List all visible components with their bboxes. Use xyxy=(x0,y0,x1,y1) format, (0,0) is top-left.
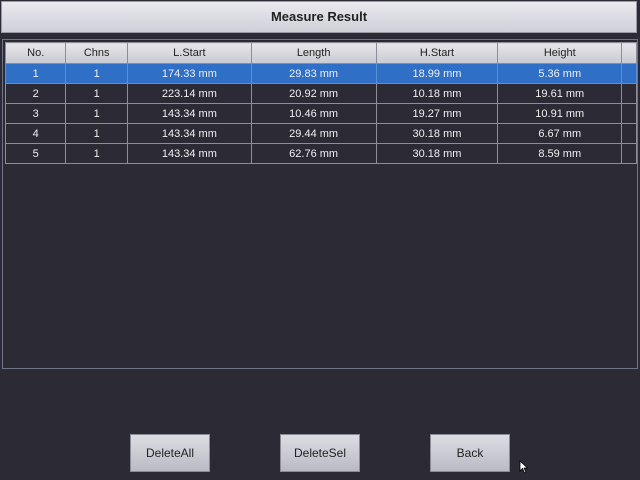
column-header-l-start[interactable]: L.Start xyxy=(126,42,252,64)
delete-all-button[interactable]: DeleteAll xyxy=(130,434,210,472)
cell-no: 2 xyxy=(4,83,67,104)
table-row[interactable]: 2 1 223.14 mm 20.92 mm 10.18 mm 19.61 mm xyxy=(4,83,637,104)
results-table: No. Chns L.Start Length H.Start Height 1… xyxy=(4,42,637,164)
cell-h-start: 18.99 mm xyxy=(375,63,499,84)
cell-height: 10.91 mm xyxy=(497,103,623,124)
cell-length: 10.46 mm xyxy=(250,103,377,124)
cell-l-start: 174.33 mm xyxy=(126,63,252,84)
window-title: Measure Result xyxy=(1,1,637,33)
cell-h-start: 19.27 mm xyxy=(375,103,499,124)
delete-selected-button[interactable]: DeleteSel xyxy=(280,434,360,472)
cell-height: 6.67 mm xyxy=(497,123,623,144)
cell-chns: 1 xyxy=(65,123,128,144)
cell-length: 62.76 mm xyxy=(250,143,377,164)
cell-l-start: 223.14 mm xyxy=(126,83,252,104)
cell-l-start: 143.34 mm xyxy=(126,123,252,144)
cell-no: 3 xyxy=(4,103,67,124)
cell-filler xyxy=(621,123,637,144)
cell-filler xyxy=(621,143,637,164)
cell-chns: 1 xyxy=(65,143,128,164)
cell-height: 8.59 mm xyxy=(497,143,623,164)
column-header-filler xyxy=(621,42,637,64)
table-row[interactable]: 4 1 143.34 mm 29.44 mm 30.18 mm 6.67 mm xyxy=(4,123,637,144)
column-header-h-start[interactable]: H.Start xyxy=(375,42,499,64)
table-row[interactable]: 3 1 143.34 mm 10.46 mm 19.27 mm 10.91 mm xyxy=(4,103,637,124)
cell-h-start: 10.18 mm xyxy=(375,83,499,104)
table-row[interactable]: 1 1 174.33 mm 29.83 mm 18.99 mm 5.36 mm xyxy=(4,63,637,84)
cell-h-start: 30.18 mm xyxy=(375,143,499,164)
cell-height: 19.61 mm xyxy=(497,83,623,104)
cell-height: 5.36 mm xyxy=(497,63,623,84)
mouse-pointer-icon xyxy=(519,460,529,474)
column-header-no[interactable]: No. xyxy=(4,42,67,64)
back-button[interactable]: Back xyxy=(430,434,510,472)
cell-filler xyxy=(621,83,637,104)
cell-no: 4 xyxy=(4,123,67,144)
cell-length: 29.83 mm xyxy=(250,63,377,84)
cell-chns: 1 xyxy=(65,83,128,104)
cell-chns: 1 xyxy=(65,63,128,84)
cell-h-start: 30.18 mm xyxy=(375,123,499,144)
cell-length: 29.44 mm xyxy=(250,123,377,144)
column-header-height[interactable]: Height xyxy=(497,42,623,64)
measure-result-window: Measure Result No. Chns L.Start Length H… xyxy=(0,0,640,480)
cell-no: 5 xyxy=(4,143,67,164)
cell-no: 1 xyxy=(4,63,67,84)
column-header-length[interactable]: Length xyxy=(250,42,377,64)
table-header-row: No. Chns L.Start Length H.Start Height xyxy=(4,42,637,64)
cell-filler xyxy=(621,103,637,124)
column-header-chns[interactable]: Chns xyxy=(65,42,128,64)
cell-length: 20.92 mm xyxy=(250,83,377,104)
results-grid: No. Chns L.Start Length H.Start Height 1… xyxy=(2,39,638,369)
cell-filler xyxy=(621,63,637,84)
cell-chns: 1 xyxy=(65,103,128,124)
table-row[interactable]: 5 1 143.34 mm 62.76 mm 30.18 mm 8.59 mm xyxy=(4,143,637,164)
cell-l-start: 143.34 mm xyxy=(126,103,252,124)
cell-l-start: 143.34 mm xyxy=(126,143,252,164)
